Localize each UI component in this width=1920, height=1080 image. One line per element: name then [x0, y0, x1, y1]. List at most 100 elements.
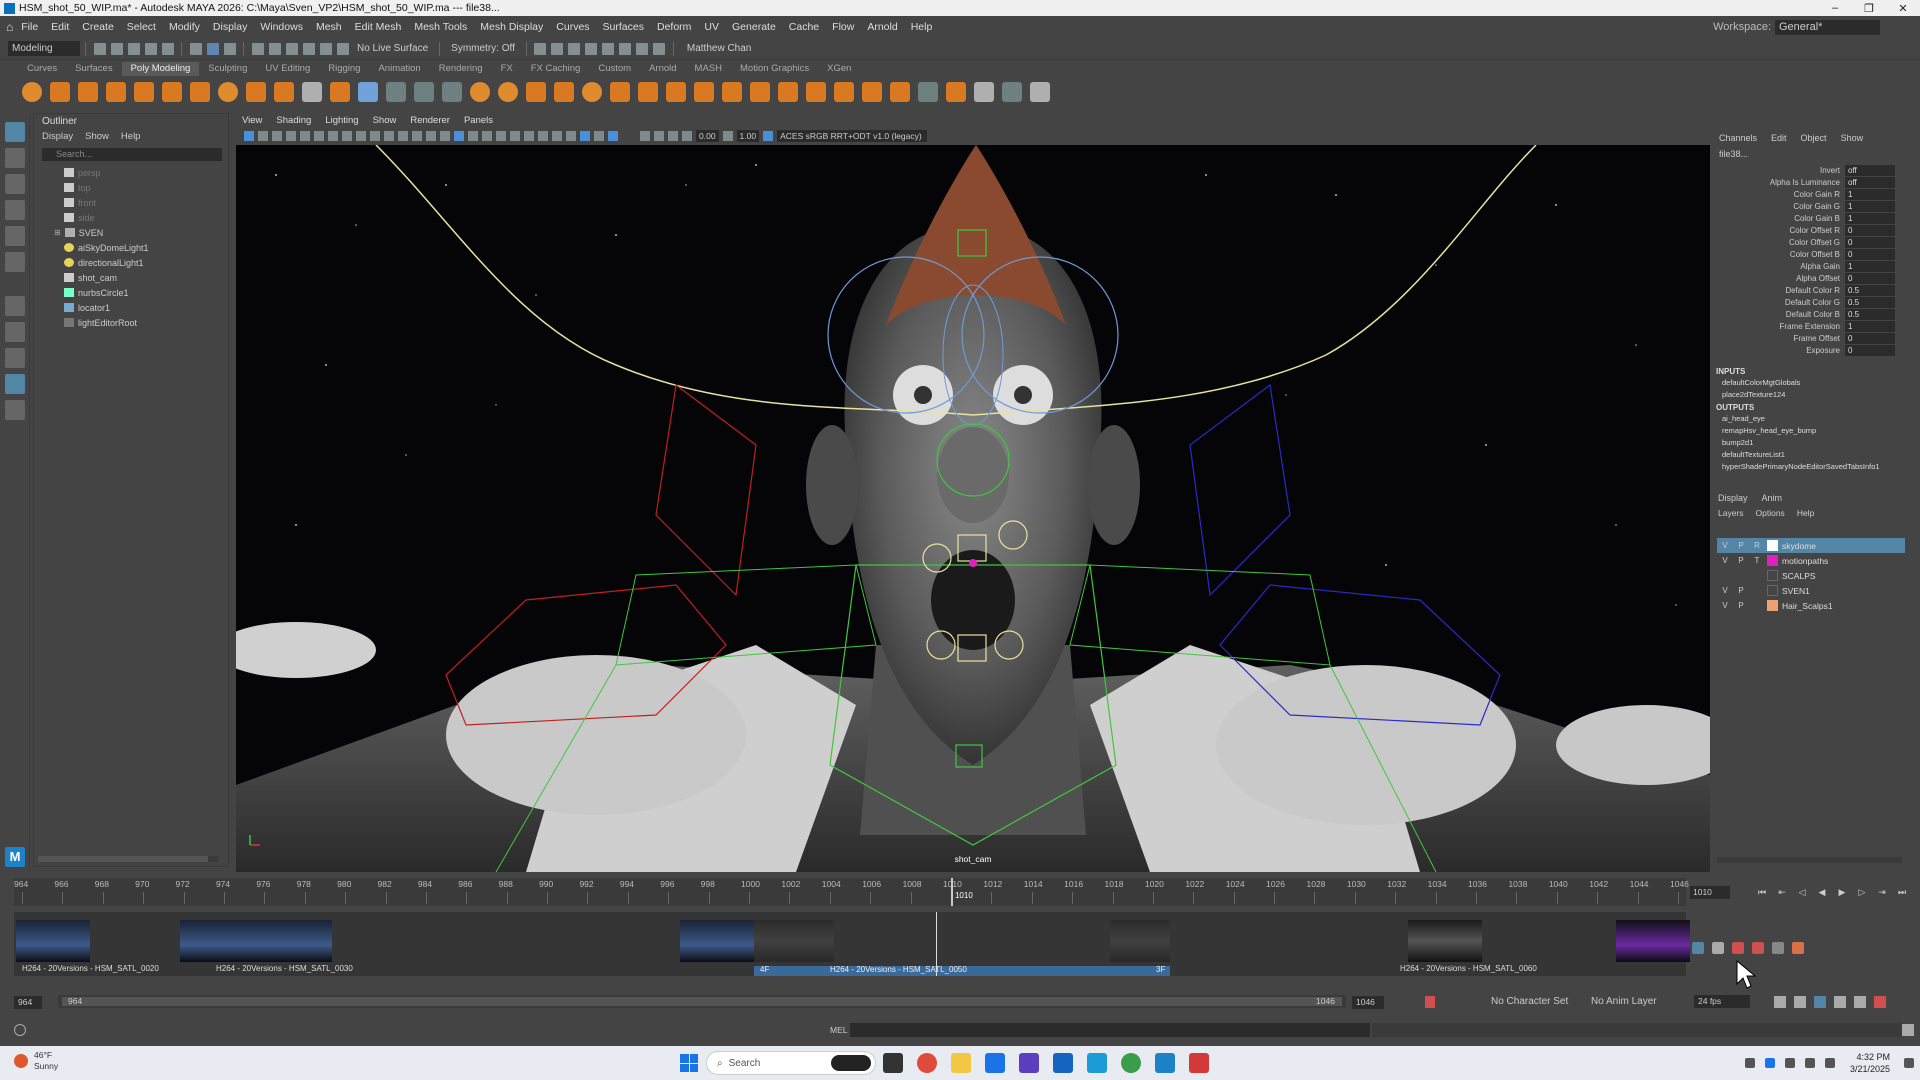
- outliner-menu-display[interactable]: Display: [42, 131, 73, 142]
- attribute-value[interactable]: 0: [1845, 332, 1895, 344]
- shelf-tab-xgen[interactable]: XGen: [818, 62, 860, 76]
- attribute-value[interactable]: off: [1845, 164, 1895, 176]
- weather-widget[interactable]: 46°F Sunny: [14, 1050, 58, 1072]
- outliner-item-top[interactable]: top: [44, 180, 228, 195]
- select-object-icon[interactable]: [206, 42, 219, 55]
- symmetry-dropdown[interactable]: Symmetry: Off: [451, 43, 515, 54]
- persp-outliner-layout-icon[interactable]: [5, 374, 25, 394]
- sound-icon[interactable]: [1834, 996, 1846, 1008]
- range-slider-handle[interactable]: [62, 997, 1342, 1006]
- attribute-row[interactable]: Alpha Offset 0: [1713, 272, 1908, 284]
- layer-color-swatch[interactable]: [1767, 570, 1778, 581]
- file-explorer-icon[interactable]: [951, 1053, 971, 1073]
- mouth-center-locator[interactable]: [969, 559, 977, 567]
- isolate-select-icon[interactable]: [580, 131, 590, 141]
- tab-anim-layers[interactable]: Anim: [1762, 493, 1783, 503]
- range-slider[interactable]: 964 1046: [58, 995, 1346, 1008]
- anti-aliasing-icon[interactable]: [552, 131, 562, 141]
- viewport-menu-shading[interactable]: Shading: [276, 115, 311, 126]
- attribute-value[interactable]: 0.5: [1845, 308, 1895, 320]
- super-shape-icon[interactable]: [246, 82, 266, 102]
- single-perspective-layout-icon[interactable]: [5, 296, 25, 316]
- layer-visibility-toggle[interactable]: V: [1717, 541, 1733, 550]
- svg-icon[interactable]: [330, 82, 350, 102]
- layer-playback-toggle[interactable]: P: [1733, 541, 1749, 550]
- audio-track-icon[interactable]: [1752, 942, 1764, 954]
- lock-camera-icon[interactable]: [258, 131, 268, 141]
- script-language-label[interactable]: MEL: [830, 1025, 847, 1035]
- channel-menu-object[interactable]: Object: [1801, 133, 1827, 147]
- bridge-edge-icon[interactable]: [778, 82, 798, 102]
- outliner-item-nurbs-circle[interactable]: nurbsCircle1: [44, 285, 228, 300]
- poly-torus-icon[interactable]: [134, 82, 154, 102]
- snap-view-icon[interactable]: [302, 42, 315, 55]
- select-component-icon[interactable]: [223, 42, 236, 55]
- script-editor-icon[interactable]: [1902, 1024, 1914, 1036]
- uv-unfold-icon[interactable]: [946, 82, 966, 102]
- poly-grid-icon[interactable]: [358, 82, 378, 102]
- smooth-shade-icon[interactable]: [454, 131, 464, 141]
- go-to-end-icon[interactable]: ⏭: [1897, 887, 1907, 897]
- camera-sequencer-icon[interactable]: [1712, 942, 1724, 954]
- layer-visibility-toggle[interactable]: V: [1717, 556, 1733, 565]
- bevel-icon[interactable]: [750, 82, 770, 102]
- menuset-dropdown[interactable]: Modeling: [8, 41, 80, 56]
- layer-playback-toggle[interactable]: P: [1733, 586, 1749, 595]
- shelf-tab-surfaces[interactable]: Surfaces: [66, 62, 122, 76]
- sequencer-playhead[interactable]: [936, 912, 937, 976]
- play-backwards-icon[interactable]: ◀: [1817, 887, 1827, 897]
- task-view-icon[interactable]: [883, 1053, 903, 1073]
- layer-row-motionpaths[interactable]: V P T motionpaths: [1717, 553, 1905, 568]
- attribute-value[interactable]: 0: [1845, 224, 1895, 236]
- step-back-frame-icon[interactable]: ◁: [1797, 887, 1807, 897]
- help-icon[interactable]: [14, 1024, 26, 1036]
- xray-components-icon[interactable]: [640, 131, 650, 141]
- end-time-field[interactable]: 1046: [1352, 995, 1384, 1009]
- shot-icon[interactable]: [1732, 942, 1744, 954]
- fps-dropdown[interactable]: 24 fps: [1694, 995, 1750, 1008]
- knife-icon[interactable]: [974, 82, 994, 102]
- channel-menu-edit[interactable]: Edit: [1771, 133, 1787, 147]
- menu-mesh-tools[interactable]: Mesh Tools: [414, 21, 467, 33]
- insert-loop-icon[interactable]: [834, 82, 854, 102]
- render-view-icon[interactable]: [534, 42, 547, 55]
- combine-icon[interactable]: [386, 82, 406, 102]
- menu-flow[interactable]: Flow: [832, 21, 854, 33]
- retopology-icon[interactable]: [1002, 82, 1022, 102]
- color-management-icon[interactable]: [763, 131, 774, 141]
- layer-row-hair-scalps[interactable]: V P Hair_Scalps1: [1717, 598, 1905, 613]
- sequencer-clip[interactable]: H264 - 20Versions - HSM_SATL_0060: [1400, 920, 1630, 976]
- render-settings-icon[interactable]: [585, 42, 598, 55]
- outliner-horizontal-scrollbar[interactable]: [38, 856, 218, 862]
- volume-icon[interactable]: [1805, 1058, 1815, 1068]
- open-scene-icon[interactable]: [110, 42, 123, 55]
- bookmarks-icon[interactable]: [1814, 996, 1826, 1008]
- outliner-item-light-editor-root[interactable]: lightEditorRoot: [44, 315, 228, 330]
- battery-icon[interactable]: [1825, 1058, 1835, 1068]
- output-node[interactable]: bump2d1: [1713, 436, 1908, 448]
- attribute-value[interactable]: 0.5: [1845, 284, 1895, 296]
- outliner-item-shot-cam[interactable]: shot_cam: [44, 270, 228, 285]
- auto-key-icon[interactable]: [1425, 996, 1435, 1008]
- sequencer-track[interactable]: H264 - 20Versions - HSM_SATL_0020 H264 -…: [14, 912, 1690, 976]
- slide-edge-icon[interactable]: [890, 82, 910, 102]
- menu-create[interactable]: Create: [82, 21, 114, 33]
- attribute-row[interactable]: Color Offset G 0: [1713, 236, 1908, 248]
- attribute-row[interactable]: Default Color B 0.5: [1713, 308, 1908, 320]
- tab-display-layers[interactable]: Display: [1718, 493, 1748, 503]
- layer-playback-toggle[interactable]: P: [1733, 601, 1749, 610]
- save-scene-icon[interactable]: [127, 42, 140, 55]
- user-account-dropdown[interactable]: Matthew Chan: [687, 43, 751, 54]
- outliner-item-front[interactable]: front: [44, 195, 228, 210]
- boolean-union-icon[interactable]: [470, 82, 490, 102]
- shelf-tab-custom[interactable]: Custom: [589, 62, 640, 76]
- separate-icon[interactable]: [414, 82, 434, 102]
- poly-cube-icon[interactable]: [50, 82, 70, 102]
- outliner-item-skydome-light[interactable]: aiSkyDomeLight1: [44, 240, 228, 255]
- attribute-row[interactable]: Color Gain G 1: [1713, 200, 1908, 212]
- render-setup-icon[interactable]: [619, 42, 632, 55]
- sequencer-clip[interactable]: H264 - 20Versions - HSM_SATL_0030: [180, 920, 420, 976]
- xray-joints-icon[interactable]: [608, 131, 618, 141]
- screen-recorder-icon[interactable]: [1189, 1053, 1209, 1073]
- gamma-icon[interactable]: [668, 131, 678, 141]
